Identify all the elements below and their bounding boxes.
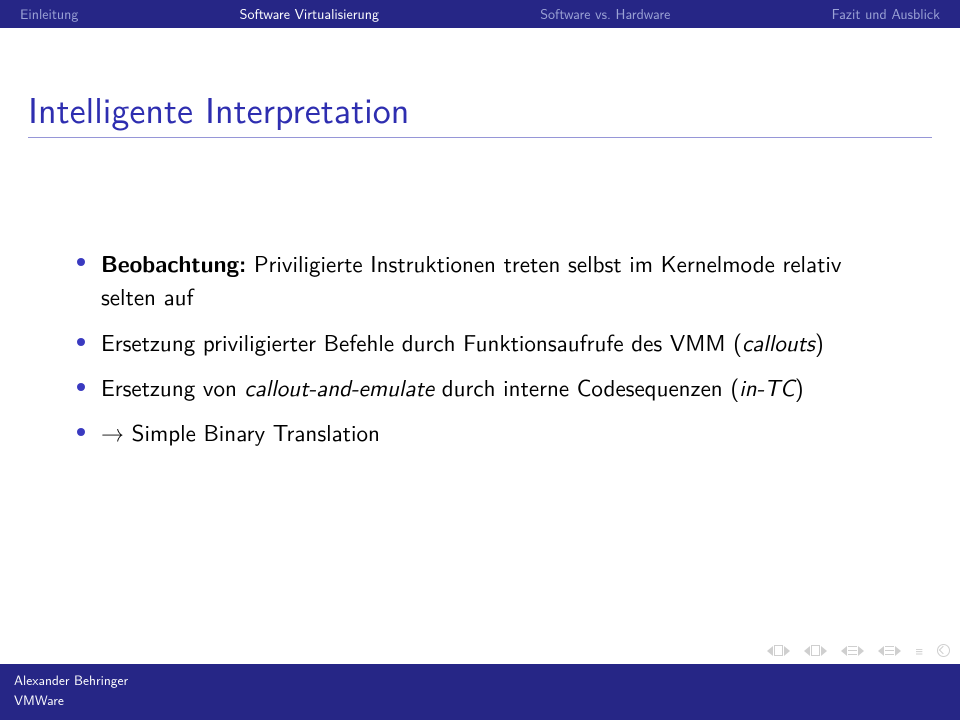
nav-section-prev-next[interactable] bbox=[841, 646, 864, 656]
nav-item-software-vs-hardware[interactable]: Software vs. Hardware bbox=[532, 4, 678, 24]
bullet-replace-callouts: Ersetzung priviligierter Befehle durch F… bbox=[75, 326, 885, 359]
lines-icon bbox=[885, 646, 894, 655]
arrow-icon: → bbox=[101, 415, 124, 449]
title-area: Intelligente Interpretation bbox=[0, 28, 960, 146]
bullet-simple-bt: → Simple Binary Translation bbox=[75, 416, 885, 449]
section-navbar: Einleitung Software Virtualisierung Soft… bbox=[0, 0, 960, 28]
bullet-list: Beobachtung: Priviligierte Instruktionen… bbox=[75, 246, 885, 450]
slide-content: Beobachtung: Priviligierte Instruktionen… bbox=[0, 146, 960, 450]
bullet-observation: Beobachtung: Priviligierte Instruktionen… bbox=[75, 246, 885, 314]
italic-callouts: callouts bbox=[742, 325, 815, 359]
bullet-text-3c: ) bbox=[795, 370, 804, 404]
footer-subject: VMWare bbox=[14, 690, 128, 710]
bullet-text-3a: Ersetzung von bbox=[101, 370, 245, 404]
footer-text: Alexander Behringer VMWare bbox=[14, 670, 128, 711]
triangle-left-icon bbox=[878, 646, 884, 656]
nav-item-fazit[interactable]: Fazit und Ausblick bbox=[824, 4, 948, 24]
italic-in-tc: in-TC bbox=[739, 370, 794, 404]
nav-item-software-virtualisierung[interactable]: Software Virtualisierung bbox=[232, 4, 387, 24]
bullet-text-3b: durch interne Codesequenzen ( bbox=[434, 370, 739, 404]
footer-bar: Alexander Behringer VMWare bbox=[0, 664, 960, 720]
triangle-left-icon bbox=[804, 646, 810, 656]
lines-icon bbox=[848, 646, 857, 655]
triangle-right-icon bbox=[784, 646, 790, 656]
nav-frame-prev-next[interactable] bbox=[804, 645, 827, 656]
triangle-right-icon bbox=[858, 646, 864, 656]
triangle-left-icon bbox=[841, 646, 847, 656]
italic-callout-and-emulate: callout-and-emulate bbox=[245, 370, 435, 404]
footer-author: Alexander Behringer bbox=[14, 670, 128, 690]
triangle-right-icon bbox=[821, 646, 827, 656]
nav-slide-prev-next[interactable] bbox=[767, 645, 790, 656]
bullet-text-2b: ) bbox=[815, 325, 824, 359]
bullet-text-2a: Ersetzung priviligierter Befehle durch F… bbox=[101, 325, 742, 359]
title-rule bbox=[28, 137, 932, 138]
equiv-icon: ≡ bbox=[915, 641, 923, 660]
back-icon[interactable] bbox=[937, 644, 950, 657]
frame-icon bbox=[811, 645, 820, 656]
triangle-right-icon bbox=[895, 646, 901, 656]
bullet-text-4: Simple Binary Translation bbox=[124, 415, 380, 449]
page-icon bbox=[774, 645, 783, 656]
nav-subsection-prev-next[interactable] bbox=[878, 646, 901, 656]
bullet-label: Beobachtung: bbox=[101, 246, 246, 279]
slide-title: Intelligente Interpretation bbox=[28, 82, 932, 135]
beamer-nav-controls: ≡ bbox=[767, 641, 950, 660]
nav-item-einleitung[interactable]: Einleitung bbox=[12, 4, 86, 24]
bullet-replace-emulate: Ersetzung von callout-and-emulate durch … bbox=[75, 371, 885, 404]
triangle-left-icon bbox=[767, 646, 773, 656]
